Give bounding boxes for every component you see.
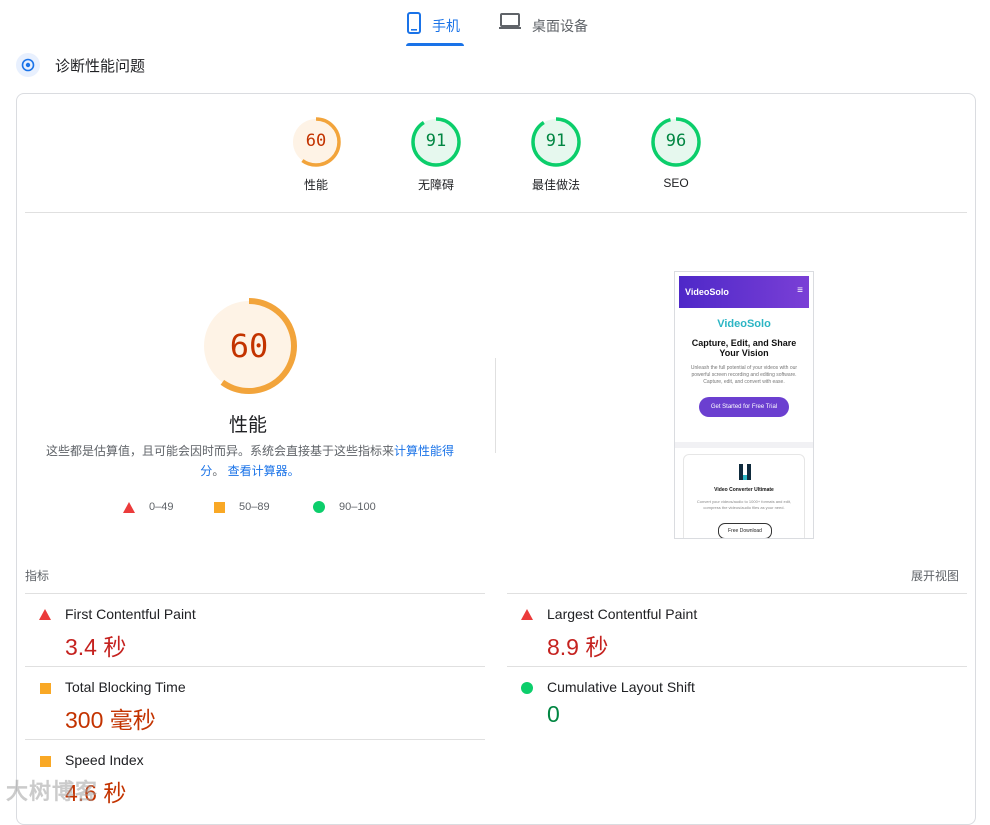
metric-name: Cumulative Layout Shift (547, 679, 695, 695)
metric-value: 300 毫秒 (65, 707, 156, 733)
gauge-label: 最佳做法 (531, 178, 580, 192)
preview-card-text: Convert your videos/audio to 1000+ forma… (696, 499, 792, 510)
square-icon (214, 501, 225, 513)
active-tab-indicator (406, 43, 464, 46)
performance-title: 性能 (228, 415, 267, 436)
description-separator: 。 (212, 464, 225, 478)
performance-gauge-large: 60 (200, 297, 298, 395)
circle-icon (521, 682, 533, 694)
triangle-icon (521, 609, 533, 620)
divider (25, 212, 967, 213)
tab-desktop-label: 桌面设备 (532, 18, 588, 34)
metric-value: 0 (547, 701, 560, 727)
diagnose-title: 诊断性能问题 (55, 57, 146, 75)
gauge-best-practices[interactable]: 91 最佳做法 (511, 116, 601, 193)
preview-cta-button: Get Started for Free Trial (699, 397, 789, 417)
preview-logo: VideoSolo (685, 287, 729, 297)
preview-headline: Capture, Edit, and Share Your Vision (691, 338, 797, 358)
laptop-icon (499, 13, 521, 29)
gauge-label: 无障碍 (417, 178, 454, 192)
gauge-label: SEO (663, 176, 689, 190)
legend-pass: 90–100 (313, 501, 376, 513)
gauge-performance[interactable]: 60 性能 (271, 116, 361, 193)
preview-header: VideoSolo ≡ (679, 276, 809, 308)
film-icon (739, 464, 751, 480)
watermark: 大树博客 (6, 779, 99, 804)
report-card: 60 性能 91 无障碍 91 最佳做法 96 SEO 60 性能 这些都是估算… (16, 93, 976, 825)
view-calculator-link[interactable]: 查看计算器。 (228, 464, 300, 478)
preview-text: Unleash the full potential of your video… (690, 365, 798, 385)
tab-mobile[interactable]: 手机 (406, 8, 464, 46)
square-icon (40, 756, 51, 767)
score-legend: 0–49 50–89 90–100 (17, 501, 479, 517)
metric-fcp: First Contentful Paint 3.4 秒 (25, 593, 485, 666)
expand-view-button[interactable]: 展开视图 (911, 567, 959, 584)
hamburger-icon: ≡ (797, 285, 803, 296)
gauge-score: 91 (545, 131, 567, 151)
metric-name: Speed Index (65, 752, 144, 768)
legend-average-label: 50–89 (239, 501, 270, 513)
performance-score: 60 (229, 327, 269, 365)
triangle-icon (39, 609, 51, 620)
preview-card-title: Video Converter Ultimate (714, 487, 774, 493)
metrics-heading: 指标 (25, 569, 50, 583)
metric-value: 3.4 秒 (65, 634, 127, 660)
metric-lcp: Largest Contentful Paint 8.9 秒 (507, 593, 967, 666)
gauge-score: 60 (305, 131, 327, 151)
metric-name: First Contentful Paint (65, 606, 196, 622)
gauge-score: 91 (425, 131, 447, 151)
smartphone-icon (407, 12, 421, 34)
metric-name: Total Blocking Time (65, 679, 186, 695)
device-tabs: 手机 桌面设备 (0, 0, 990, 48)
tab-mobile-label: 手机 (432, 18, 460, 34)
preview-card-button: Free Download (718, 523, 772, 538)
page-screenshot-preview: VideoSolo ≡ VideoSolo Capture, Edit, and… (674, 271, 814, 539)
preview-product-card: Video Converter Ultimate Convert your vi… (683, 454, 805, 538)
metric-name: Largest Contentful Paint (547, 606, 698, 622)
gauge-score: 96 (665, 131, 687, 151)
description-text: 这些都是估算值，且可能会因时而异。系统会直接基于这些指标来 (45, 444, 394, 458)
legend-fail-label: 0–49 (149, 501, 174, 513)
gauge-label: 性能 (303, 178, 328, 192)
metric-value: 8.9 秒 (547, 634, 609, 660)
vertical-divider (495, 358, 496, 453)
lighthouse-icon (16, 53, 40, 77)
gauge-seo[interactable]: 96 SEO (631, 116, 721, 190)
triangle-icon (123, 501, 135, 513)
preview-divider (675, 442, 813, 448)
metric-tbt: Total Blocking Time 300 毫秒 (25, 666, 485, 739)
square-icon (40, 683, 51, 694)
circle-icon (313, 501, 325, 513)
diagnose-header: 诊断性能问题 (16, 52, 145, 78)
score-gauges: 60 性能 91 无障碍 91 最佳做法 96 SEO (17, 94, 975, 212)
tab-desktop[interactable]: 桌面设备 (498, 8, 588, 46)
legend-fail: 0–49 (123, 501, 173, 513)
preview-brand: VideoSolo (717, 318, 771, 330)
performance-description: 这些都是估算值，且可能会因时而异。系统会直接基于这些指标来计算性能得分。 查看计… (45, 441, 455, 481)
legend-average: 50–89 (214, 501, 270, 513)
gauge-accessibility[interactable]: 91 无障碍 (391, 116, 481, 193)
legend-pass-label: 90–100 (339, 501, 376, 513)
metric-cls: Cumulative Layout Shift 0 (507, 666, 967, 739)
